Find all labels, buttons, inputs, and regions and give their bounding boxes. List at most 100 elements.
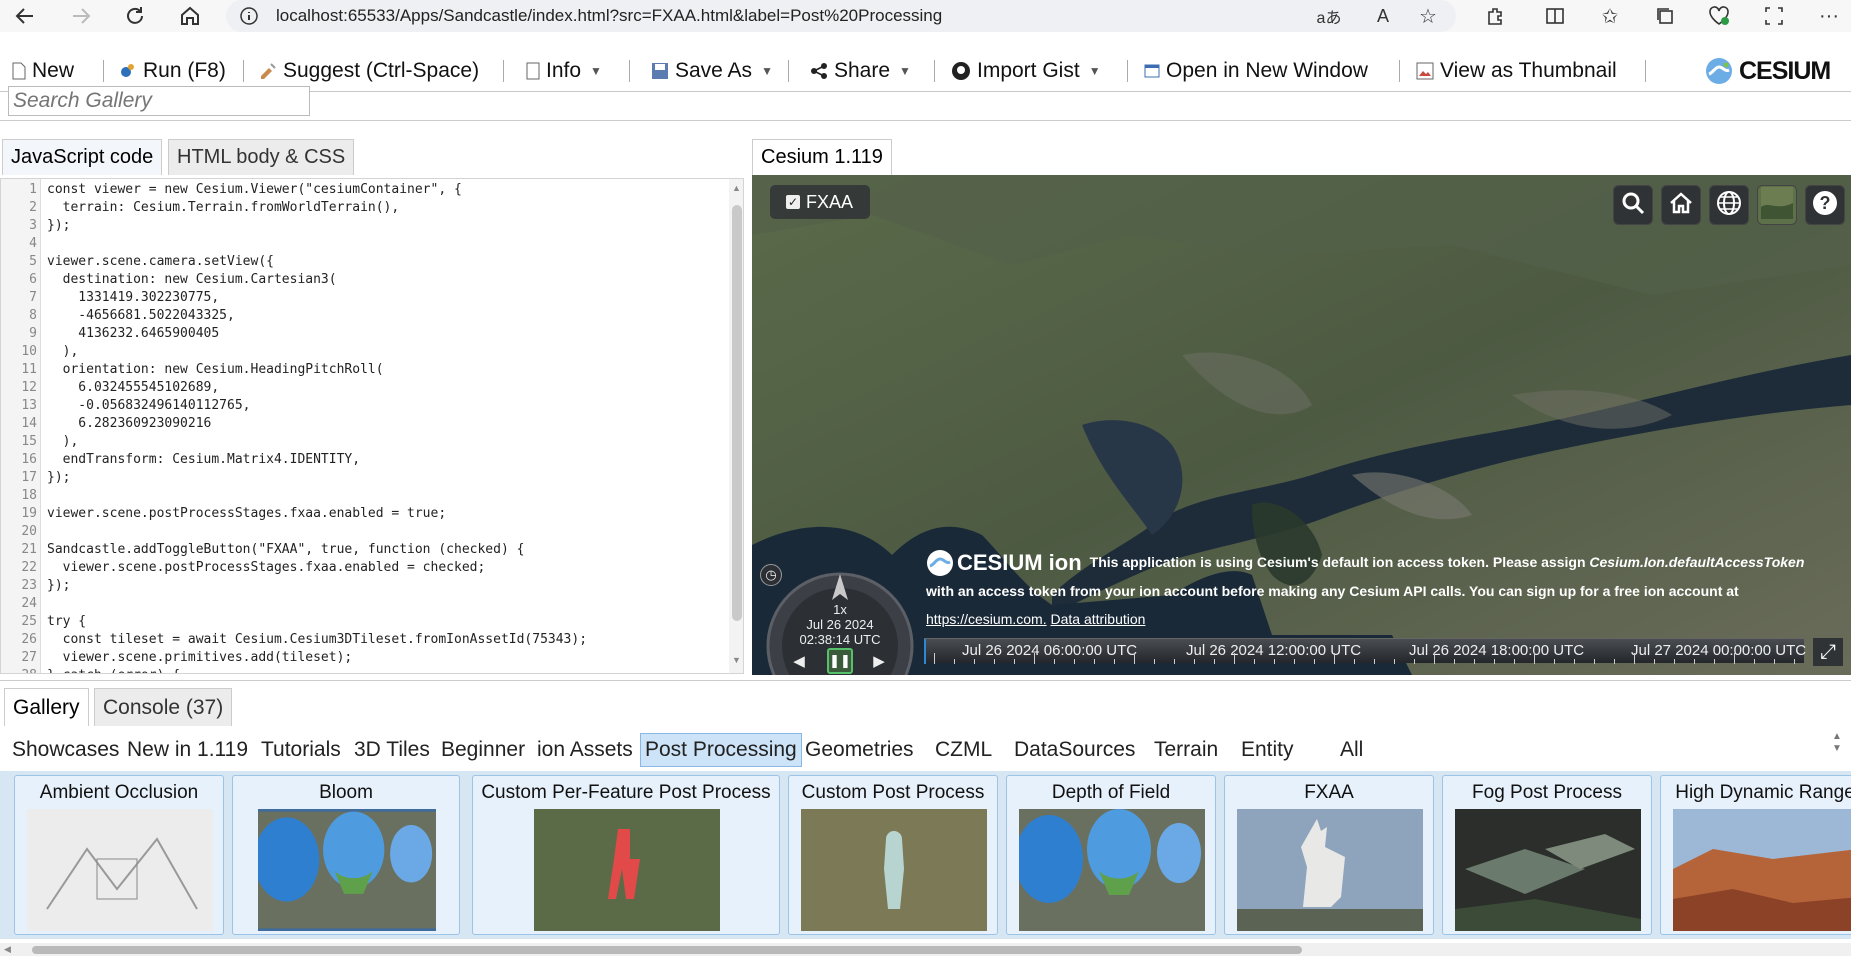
editor-scroll-thumb[interactable] [732, 205, 742, 621]
timeline-tick [1574, 659, 1575, 664]
line-number: 26 [21, 632, 37, 647]
gallery-scrollbar[interactable]: ◀ [0, 943, 1851, 956]
animation-date: Jul 26 2024 [806, 617, 874, 632]
demo-card[interactable]: Custom Per-Feature Post Process [472, 775, 780, 935]
category-scroll-icon[interactable]: ▲ ▼ [1832, 731, 1842, 755]
line-number: 17 [21, 470, 37, 485]
timeline-tick [1114, 659, 1115, 664]
gallery-scroll-thumb[interactable] [32, 946, 1302, 954]
category-terrain[interactable]: Terrain [1150, 733, 1222, 767]
split-screen-icon[interactable] [1542, 3, 1568, 29]
collections-icon[interactable] [1652, 3, 1678, 29]
line-number: 5 [29, 254, 37, 269]
timeline[interactable]: Jul 26 2024 06:00:00 UTC Jul 26 2024 12:0… [924, 638, 1806, 664]
category-ion-assets[interactable]: ion Assets [533, 733, 637, 767]
tab-cesium-viewer[interactable]: Cesium 1.119 [752, 139, 892, 175]
help-button[interactable]: ? [1805, 185, 1845, 225]
play-reverse-icon[interactable]: ◀ [788, 650, 810, 672]
cesium-viewer[interactable]: ✓ FXAA ? CESIUM ion This application is us… [752, 175, 1851, 675]
demo-thumbnail [801, 809, 987, 931]
home-icon[interactable] [177, 3, 203, 29]
cesium-link[interactable]: https://cesium.com. [926, 611, 1047, 627]
suggest-button[interactable]: Suggest (Ctrl-Space) [259, 56, 479, 86]
checkbox-checked-icon[interactable]: ✓ [786, 195, 800, 209]
category-entity[interactable]: Entity [1237, 733, 1298, 767]
fxaa-toggle[interactable]: ✓ FXAA [770, 185, 870, 219]
open-new-window-button[interactable]: Open in New Window [1144, 56, 1368, 86]
demo-card[interactable]: Custom Post Process [788, 775, 998, 935]
demo-card[interactable]: High Dynamic Range [1660, 775, 1851, 935]
category-beginner[interactable]: Beginner [437, 733, 529, 767]
cesium-logo[interactable]: CESIUM [1705, 56, 1831, 86]
immersive-reader-icon[interactable]: A [1370, 3, 1396, 29]
run-button[interactable]: Run (F8) [119, 56, 226, 86]
scroll-left-arrow-icon[interactable]: ◀ [4, 944, 11, 955]
scene-mode-button[interactable] [1709, 185, 1749, 225]
forward-icon[interactable] [68, 3, 94, 29]
animation-widget[interactable]: ◷ 1x Jul 26 2024 02:38:14 UTC ◀ ❚❚ ▶ [756, 560, 924, 675]
line-number: 9 [29, 326, 37, 341]
extensions-icon[interactable] [1482, 3, 1508, 29]
demo-card[interactable]: Ambient Occlusion [14, 775, 224, 935]
address-bar[interactable]: localhost:65533/Apps/Sandcastle/index.ht… [226, 0, 1456, 32]
timeline-tick [1714, 659, 1715, 664]
refresh-icon[interactable] [122, 3, 148, 29]
browser-essentials-icon[interactable] [1706, 3, 1732, 29]
site-info-icon[interactable] [240, 7, 258, 25]
category-geometries[interactable]: Geometries [801, 733, 918, 767]
play-forward-icon[interactable]: ▶ [868, 650, 890, 672]
code-editor[interactable]: 1 2 3 4 5 6 7 8 9 10 11 12 13 14 15 16 17 18 19 20 21 22 23 24 2… [0, 178, 744, 674]
data-attribution-link[interactable]: Data attribution [1050, 611, 1145, 627]
more-icon[interactable]: ··· [1816, 3, 1842, 29]
code-line: -0.056832496140112765, [47, 398, 251, 413]
timeline-needle[interactable] [924, 639, 926, 664]
home-view-button[interactable] [1661, 185, 1701, 225]
category-datasources[interactable]: DataSources [1010, 733, 1139, 767]
tab-html-css[interactable]: HTML body & CSS [168, 139, 355, 175]
search-gallery-input[interactable] [8, 86, 310, 116]
base-layer-picker-button[interactable] [1757, 185, 1797, 225]
line-number: 3 [29, 218, 37, 233]
category-3d-tiles[interactable]: 3D Tiles [350, 733, 434, 767]
demo-card[interactable]: Depth of Field [1006, 775, 1216, 935]
chevron-down-icon: ▼ [590, 64, 602, 78]
favorites-icon[interactable]: ✩ [1597, 3, 1623, 29]
line-number-gutter: 1 2 3 4 5 6 7 8 9 10 11 12 13 14 15 16 17 18 19 20 21 22 23 24 2… [1, 179, 41, 673]
geocoder-search-button[interactable] [1613, 185, 1653, 225]
tab-gallery[interactable]: Gallery [4, 688, 89, 726]
scroll-down-arrow-icon[interactable]: ▼ [732, 655, 741, 665]
demo-title: Custom Post Process [801, 782, 985, 803]
screenshot-icon[interactable] [1761, 3, 1787, 29]
editor-scrollbar[interactable]: ▲ ▼ [729, 179, 743, 673]
view-thumbnail-button[interactable]: View as Thumbnail [1416, 56, 1617, 86]
category-all[interactable]: All [1336, 733, 1367, 767]
thumbnail-icon [1416, 62, 1434, 80]
demo-card[interactable]: Fog Post Process [1442, 775, 1652, 935]
url-text: localhost:65533/Apps/Sandcastle/index.ht… [276, 6, 943, 25]
save-as-button[interactable]: Save As ▼ [651, 56, 773, 86]
read-aloud-icon[interactable]: aあ [1316, 3, 1342, 29]
timeline-tick [1054, 659, 1055, 664]
tab-console[interactable]: Console (37) [94, 688, 233, 726]
favorite-star-icon[interactable]: ☆ [1415, 3, 1441, 29]
fullscreen-icon[interactable]: ⤢ [1813, 638, 1843, 666]
info-button[interactable]: Info ▼ [526, 56, 602, 86]
category-post-processing[interactable]: Post Processing [640, 733, 802, 767]
cesium-ion-logo[interactable]: CESIUM ion [926, 549, 1082, 577]
new-label: New [32, 59, 75, 82]
category-new-in-1-119[interactable]: New in 1.119 [123, 733, 252, 767]
category-tutorials[interactable]: Tutorials [257, 733, 345, 767]
scroll-up-arrow-icon[interactable]: ▲ [732, 183, 741, 193]
new-button[interactable]: New [12, 56, 74, 86]
share-button[interactable]: Share ▼ [810, 56, 911, 86]
run-label: Run (F8) [143, 59, 226, 82]
import-gist-button[interactable]: Import Gist ▼ [951, 56, 1101, 86]
demo-card[interactable]: FXAA [1224, 775, 1434, 935]
demo-card[interactable]: Bloom [232, 775, 460, 935]
tab-javascript[interactable]: JavaScript code [2, 139, 163, 175]
back-icon[interactable] [12, 3, 38, 29]
pause-icon[interactable]: ❚❚ [827, 648, 853, 674]
clock-icon[interactable]: ◷ [760, 564, 782, 586]
category-czml[interactable]: CZML [931, 733, 996, 767]
category-showcases[interactable]: Showcases [8, 733, 123, 767]
